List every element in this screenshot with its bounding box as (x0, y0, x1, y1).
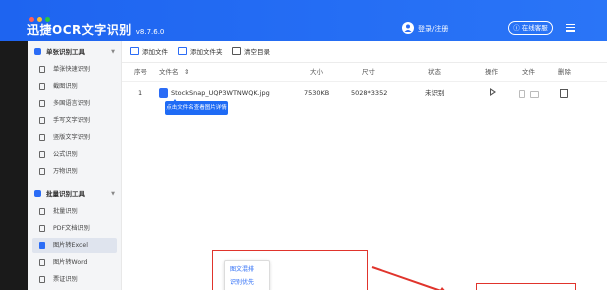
word-icon (39, 259, 45, 266)
batch-tools-icon (34, 190, 41, 197)
column-header-delete: 删除 (558, 68, 571, 76)
title-bar: 迅捷OCR文字识别 v8.7.6.0 登录/注册 ⓘ 在线客服 (0, 0, 607, 41)
add-folder-button[interactable]: 添加文件夹 (178, 46, 234, 58)
toolbar: 添加文件 添加文件夹 清空目录 (122, 41, 607, 63)
sidebar-group-label: 批量识别工具 (46, 190, 85, 198)
sidebar-item-batch[interactable]: 批量识别 (32, 204, 117, 219)
column-header-index: 序号 (134, 68, 147, 76)
sidebar-item-formula[interactable]: 公式识别 (32, 147, 117, 162)
app-name: 迅捷OCR文字识别 (27, 23, 132, 37)
sidebar-item-word[interactable]: 图片转Word (32, 255, 117, 270)
app-title: 迅捷OCR文字识别 v8.7.6.0 (27, 23, 164, 39)
ticket-icon (39, 276, 45, 283)
clear-list-label: 清空目录 (244, 48, 270, 56)
folder-icon[interactable] (530, 91, 539, 98)
sidebar-group-single[interactable]: 单张识别工具 ▼ (28, 45, 122, 59)
filename-tooltip: 点击文件名查看图片详情 (165, 99, 228, 115)
sidebar-item-label: 图片转Excel (53, 242, 88, 249)
add-file-icon (130, 47, 139, 55)
user-avatar-icon[interactable] (402, 22, 414, 34)
sidebar-item-handwriting[interactable]: 手写文字识别 (32, 113, 117, 128)
close-window-dot[interactable] (29, 17, 34, 22)
single-tools-icon (34, 48, 41, 55)
sidebar: 单张识别工具 ▼ 单张快速识别 截图识别 多国语言识别 手写文字识别 竖版文字识… (28, 41, 122, 290)
batch-icon (39, 208, 45, 215)
chevron-down-icon: ▼ (111, 49, 115, 55)
play-icon[interactable] (490, 88, 496, 96)
sidebar-item-label: 公式识别 (53, 151, 78, 158)
sidebar-item-excel[interactable]: 图片转Excel (32, 238, 117, 253)
maximize-window-dot[interactable] (45, 17, 50, 22)
column-header-filename[interactable]: 文件名 (159, 68, 179, 77)
clear-list-button[interactable]: 清空目录 (232, 46, 280, 58)
sidebar-group-label: 单张识别工具 (46, 48, 85, 56)
sidebar-item-label: 竖版文字识别 (53, 134, 91, 141)
column-header-status: 状态 (428, 68, 441, 76)
screenshot-icon (39, 83, 45, 90)
sidebar-item-pdf[interactable]: PDF文档识别 (32, 221, 117, 236)
popup-item-priority[interactable]: 识别优先 (230, 278, 254, 287)
sidebar-item-screenshot[interactable]: 截图识别 (32, 79, 117, 94)
popup-item-mixed[interactable]: 图文混排 (230, 265, 254, 274)
row-status: 未识别 (425, 89, 445, 97)
row-filename[interactable]: StockSnap_UQP3WTNWQK.jpg (171, 89, 270, 98)
menu-icon[interactable] (566, 24, 575, 32)
window-edge (0, 0, 28, 290)
column-header-dimensions: 尺寸 (362, 68, 375, 76)
sidebar-item-label: 批量识别 (53, 208, 78, 215)
add-file-label: 添加文件 (142, 48, 168, 56)
trash-icon[interactable] (560, 89, 568, 98)
add-file-button[interactable]: 添加文件 (130, 46, 178, 58)
minimize-window-dot[interactable] (37, 17, 42, 22)
sidebar-item-label: 图片转Word (53, 259, 88, 266)
sort-icon[interactable]: ⇕ (184, 68, 189, 77)
column-header-size: 大小 (310, 68, 323, 76)
mode-popup: 图文混排 识别优先 (224, 260, 270, 290)
formula-icon (39, 151, 45, 158)
sidebar-item-label: 票证识别 (53, 276, 78, 283)
annotation-box-target (476, 283, 576, 290)
sidebar-item-multilang[interactable]: 多国语言识别 (32, 96, 117, 111)
row-dimensions: 5028*3352 (351, 89, 388, 97)
add-folder-label: 添加文件夹 (190, 48, 223, 56)
column-header-file: 文件 (522, 68, 535, 76)
pen-icon (39, 117, 45, 124)
login-link[interactable]: 登录/注册 (418, 24, 448, 34)
column-header-action: 操作 (485, 68, 498, 76)
sidebar-item-ticket[interactable]: 票证识别 (32, 272, 117, 287)
row-size: 7530KB (304, 89, 330, 97)
quick-ocr-icon (39, 66, 45, 73)
sidebar-group-batch[interactable]: 批量识别工具 ▼ (28, 187, 122, 201)
service-button-label: 在线客服 (521, 24, 548, 32)
sidebar-item-objects[interactable]: 万物识别 (32, 164, 117, 179)
sidebar-item-label: 多国语言识别 (53, 100, 91, 107)
sidebar-item-label: 截图识别 (53, 83, 78, 90)
sidebar-item-label: 万物识别 (53, 168, 78, 175)
image-file-icon (159, 88, 168, 98)
table-header: 序号 文件名 ⇕ 大小 尺寸 状态 操作 文件 删除 (122, 63, 607, 82)
object-icon (39, 168, 45, 175)
annotation-arrow (371, 266, 445, 290)
add-folder-icon (178, 47, 187, 55)
sidebar-item-quick[interactable]: 单张快速识别 (32, 62, 117, 77)
excel-icon (39, 242, 45, 249)
pdf-icon (39, 225, 45, 232)
app-version: v8.7.6.0 (135, 28, 165, 36)
online-service-button[interactable]: ⓘ 在线客服 (508, 21, 553, 35)
chevron-down-icon: ▼ (111, 191, 115, 197)
sidebar-item-label: 手写文字识别 (53, 117, 91, 124)
clear-icon (232, 47, 241, 55)
service-icon: ⓘ (513, 24, 522, 32)
globe-icon (39, 100, 45, 107)
sidebar-item-label: PDF文档识别 (53, 225, 90, 232)
document-icon[interactable] (519, 90, 525, 98)
vertical-text-icon (39, 134, 45, 141)
row-index: 1 (138, 89, 143, 97)
sidebar-item-vertical[interactable]: 竖版文字识别 (32, 130, 117, 145)
sidebar-item-label: 单张快速识别 (53, 66, 91, 73)
